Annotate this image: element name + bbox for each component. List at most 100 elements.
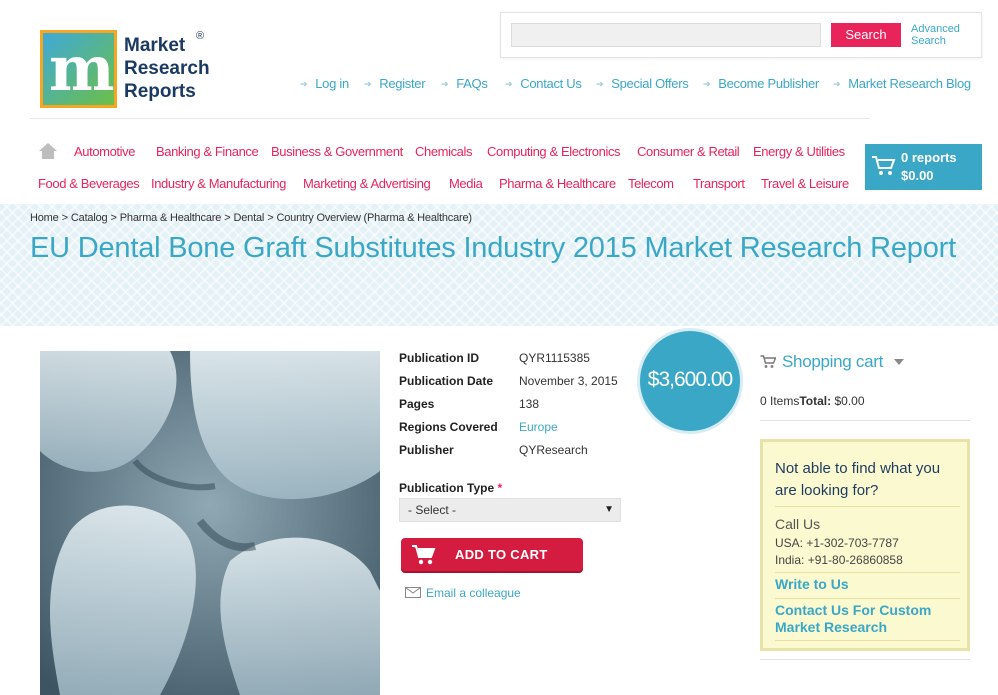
arrow-icon: ➔ (364, 79, 372, 89)
dropdown-arrow-icon: ▼ (604, 504, 614, 515)
login-link[interactable]: ➔ Log in (300, 76, 349, 91)
search-input[interactable] (511, 23, 821, 47)
phone-india: India: +91-80-26860858 (775, 553, 903, 567)
nav-telecom[interactable]: Telecom (628, 176, 674, 191)
email-colleague-label: Email a colleague (426, 586, 521, 600)
cart-total-label: Total: (799, 394, 832, 408)
envelope-icon (405, 587, 421, 598)
breadcrumb-country-overview[interactable]: Country Overview (Pharma & Healthcare) (276, 212, 472, 224)
cart-total: $0.00 (901, 168, 934, 183)
publisher-label: Publisher (399, 443, 454, 457)
nav-travel-leisure[interactable]: Travel & Leisure (761, 176, 849, 191)
logo-text: Market Research Reports (124, 34, 210, 103)
help-divider (775, 572, 960, 573)
publication-type-label: Publication Type * (399, 481, 502, 495)
cart-icon (872, 156, 896, 175)
add-to-cart-label: ADD TO CART (455, 547, 548, 562)
cart-total-value: $0.00 (834, 394, 865, 408)
cart-icon (760, 355, 776, 368)
breadcrumb-pharma[interactable]: Pharma & Healthcare (120, 212, 222, 224)
contact-us-link[interactable]: ➔ Contact Us (505, 76, 582, 91)
cart-summary: 0 ItemsTotal: $0.00 (760, 394, 865, 408)
nav-automotive[interactable]: Automotive (74, 144, 135, 159)
help-box: Not able to find what you are looking fo… (760, 439, 970, 651)
page-title: EU Dental Bone Graft Substitutes Industr… (30, 232, 956, 264)
sidebar-divider (760, 659, 970, 660)
nav-banking-finance[interactable]: Banking & Finance (156, 144, 259, 159)
caret-down-icon (894, 359, 904, 365)
regions-value-link[interactable]: Europe (519, 420, 558, 434)
breadcrumb: Home > Catalog > Pharma & Healthcare > D… (30, 212, 472, 224)
breadcrumb-separator: > (110, 212, 117, 224)
register-link[interactable]: ➔ Register (364, 76, 426, 91)
breadcrumb-catalog[interactable]: Catalog (71, 212, 108, 224)
cart-icon (412, 545, 436, 565)
arrow-icon: ➔ (505, 79, 513, 89)
regions-label: Regions Covered (399, 420, 498, 434)
select-value: - Select - (408, 503, 457, 517)
breadcrumb-home[interactable]: Home (30, 212, 59, 224)
nav-marketing-advertising[interactable]: Marketing & Advertising (303, 176, 431, 191)
logo-line-3: Reports (124, 81, 196, 102)
contact-custom-research-link[interactable]: Contact Us For Custom Market Research (775, 602, 965, 636)
register-label: Register (379, 76, 426, 91)
search-button[interactable]: Search (831, 23, 901, 47)
nav-business-government[interactable]: Business & Government (271, 144, 403, 159)
blog-label: Market Research Blog (848, 76, 971, 91)
cart-items: 0 Items (760, 394, 800, 408)
cart-report-count: 0 reports (901, 150, 957, 165)
site-logo[interactable]: m Market Research Reports ® (40, 30, 220, 110)
breadcrumb-separator: > (61, 212, 68, 224)
sidebar-divider (760, 420, 970, 421)
arrow-icon: ➔ (833, 79, 841, 89)
pages-label: Pages (399, 397, 435, 411)
breadcrumb-separator: > (267, 212, 274, 224)
nav-food-beverages[interactable]: Food & Beverages (38, 176, 140, 191)
arrow-icon: ➔ (300, 79, 308, 89)
help-divider (775, 640, 960, 641)
call-us-heading: Call Us (775, 516, 821, 532)
write-to-us-link[interactable]: Write to Us (775, 576, 965, 593)
breadcrumb-dental[interactable]: Dental (234, 212, 265, 224)
home-icon[interactable] (39, 143, 57, 159)
publication-type-text: Publication Type (399, 481, 495, 495)
publisher-value: QYResearch (519, 443, 588, 457)
search-panel: Search Advanced Search (500, 12, 982, 58)
registered-mark: ® (196, 30, 205, 42)
nav-chemicals[interactable]: Chemicals (415, 144, 472, 159)
help-divider (775, 506, 960, 507)
blog-link[interactable]: ➔ Market Research Blog (833, 76, 971, 91)
logo-line-2: Research (124, 58, 210, 79)
faqs-link[interactable]: ➔ FAQs (441, 76, 488, 91)
publication-date-label: Publication Date (399, 374, 494, 388)
advanced-search-link[interactable]: Advanced Search (911, 23, 971, 47)
contact-us-label: Contact Us (520, 76, 582, 91)
arrow-icon: ➔ (441, 79, 449, 89)
special-offers-link[interactable]: ➔ Special Offers (596, 76, 689, 91)
arrow-icon: ➔ (703, 79, 711, 89)
nav-energy-utilities[interactable]: Energy & Utilities (753, 144, 845, 159)
become-publisher-link[interactable]: ➔ Become Publisher (703, 76, 819, 91)
faqs-label: FAQs (456, 76, 488, 91)
nav-media[interactable]: Media (449, 176, 483, 191)
publication-type-select[interactable]: - Select - ▼ (399, 498, 621, 522)
add-to-cart-button[interactable]: ADD TO CART (401, 538, 583, 571)
detail-row: Pages 138 (399, 397, 639, 413)
header-cart-button[interactable]: 0 reports $0.00 (865, 144, 982, 190)
price-badge: $3,600.00 (640, 331, 740, 431)
required-mark: * (497, 481, 503, 495)
special-offers-label: Special Offers (611, 76, 689, 91)
nav-transport[interactable]: Transport (693, 176, 745, 191)
detail-row: Publisher QYResearch (399, 443, 639, 459)
pages-value: 138 (519, 397, 540, 411)
header-divider (30, 118, 870, 119)
product-image (40, 351, 380, 695)
detail-row: Publication ID QYR1115385 (399, 351, 639, 367)
help-question: Not able to find what you are looking fo… (775, 460, 941, 499)
nav-computing-electronics[interactable]: Computing & Electronics (487, 144, 621, 159)
publication-id-label: Publication ID (399, 351, 480, 365)
login-label: Log in (315, 76, 349, 91)
nav-pharma-healthcare[interactable]: Pharma & Healthcare (499, 176, 616, 191)
nav-consumer-retail[interactable]: Consumer & Retail (637, 144, 740, 159)
nav-industry-manufacturing[interactable]: Industry & Manufacturing (151, 176, 286, 191)
